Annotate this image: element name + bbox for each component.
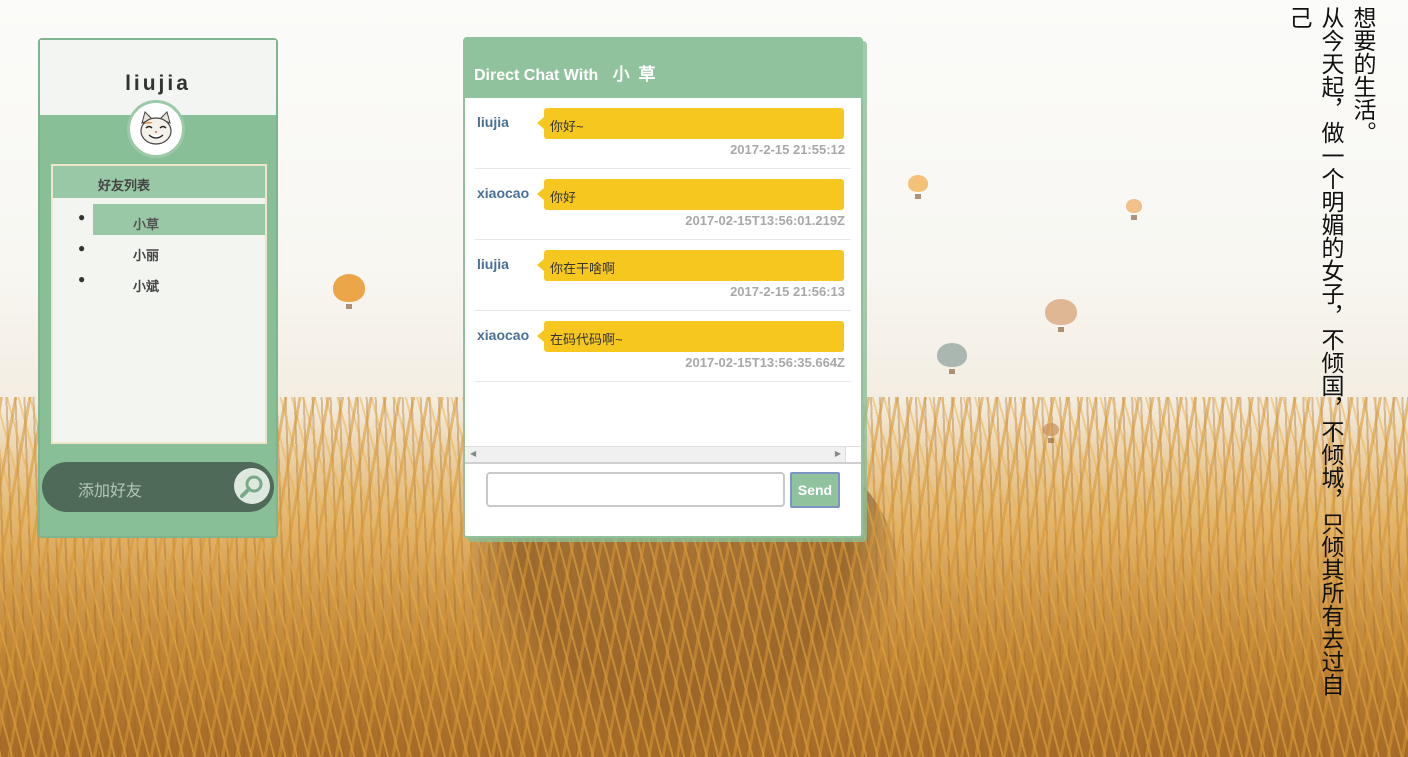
friend-name: 小丽: [133, 248, 160, 263]
message-sender: liujia: [477, 256, 509, 272]
cat-face-icon: [140, 111, 172, 145]
message-bubble: 你好: [537, 179, 844, 210]
friend-list-box: 好友列表 ● 小草 ● 小丽 ● 小斌: [51, 164, 267, 444]
friend-name: 小斌: [133, 279, 160, 294]
send-button[interactable]: Send: [790, 472, 840, 508]
bullet-icon: ●: [78, 272, 86, 286]
message-bubble: 你好~: [537, 108, 844, 139]
scroll-left-icon[interactable]: ◀: [470, 449, 476, 458]
friend-item-xiaobin[interactable]: ● 小斌: [78, 266, 265, 297]
message-input[interactable]: [486, 472, 785, 507]
compose-row: Send: [465, 462, 861, 518]
message-sender: liujia: [477, 114, 509, 130]
message-time: 2017-2-15 21:55:12: [730, 142, 845, 157]
cat-avatar-icon[interactable]: [127, 100, 185, 158]
message-row: liujia 你在干啥啊 2017-2-15 21:56:13: [475, 240, 851, 311]
horizontal-scrollbar[interactable]: ◀ ▶: [465, 446, 861, 462]
balloon-decoration: [333, 274, 365, 309]
search-button[interactable]: [234, 468, 270, 504]
bullet-icon: ●: [78, 241, 86, 255]
message-time: 2017-02-15T13:56:35.664Z: [685, 355, 845, 370]
friend-list-header: 好友列表: [53, 166, 265, 198]
friend-item-xiaocao[interactable]: ● 小草: [78, 204, 265, 235]
message-row: liujia 你好~ 2017-2-15 21:55:12: [475, 98, 851, 169]
poem-line-2: 从今天起，做一个明媚的女子，不倾国，不倾城，只倾其所有去过自己: [1285, 6, 1343, 696]
vertical-poem: 想要的生活。 从今天起，做一个明媚的女子，不倾国，不倾城，只倾其所有去过自己: [1282, 6, 1378, 706]
message-row: xiaocao 在码代码啊~ 2017-02-15T13:56:35.664Z: [475, 311, 851, 382]
message-time: 2017-2-15 21:56:13: [730, 284, 845, 299]
balloon-decoration: [937, 343, 967, 374]
chat-title: Direct Chat With: [474, 67, 599, 84]
bullet-icon: ●: [78, 210, 86, 224]
chat-header: Direct Chat With 小 草: [465, 39, 861, 98]
balloon-decoration: [908, 175, 928, 199]
chat-partner-name: 小 草: [612, 65, 658, 84]
friends-panel: liujia 好友列表 ● 小草 ● 小丽 ● 小斌 添加好友: [38, 38, 278, 538]
magnifier-icon: [240, 475, 263, 498]
add-friend-search[interactable]: 添加好友: [42, 462, 274, 512]
message-sender: xiaocao: [477, 185, 529, 201]
friend-item-xiaoli[interactable]: ● 小丽: [78, 235, 265, 266]
balloon-decoration: [1045, 299, 1077, 332]
resize-grip-icon[interactable]: [845, 447, 861, 462]
add-friend-input[interactable]: 添加好友: [78, 477, 142, 501]
message-bubble: 你在干啥啊: [537, 250, 844, 281]
message-sender: xiaocao: [477, 327, 529, 343]
friend-list: ● 小草 ● 小丽 ● 小斌: [53, 204, 265, 297]
chat-panel: Direct Chat With 小 草 liujia 你好~ 2017-2-1…: [463, 37, 863, 538]
friend-name: 小草: [133, 217, 160, 232]
username: liujia: [125, 72, 191, 95]
scroll-right-icon[interactable]: ▶: [835, 449, 841, 458]
balloon-decoration: [1126, 199, 1142, 220]
message-row: xiaocao 你好 2017-02-15T13:56:01.219Z: [475, 169, 851, 240]
message-area[interactable]: liujia 你好~ 2017-2-15 21:55:12 xiaocao 你好…: [465, 98, 861, 462]
message-time: 2017-02-15T13:56:01.219Z: [685, 213, 845, 228]
poem-line-1: 想要的生活。: [1349, 6, 1375, 144]
message-bubble: 在码代码啊~: [537, 321, 844, 352]
